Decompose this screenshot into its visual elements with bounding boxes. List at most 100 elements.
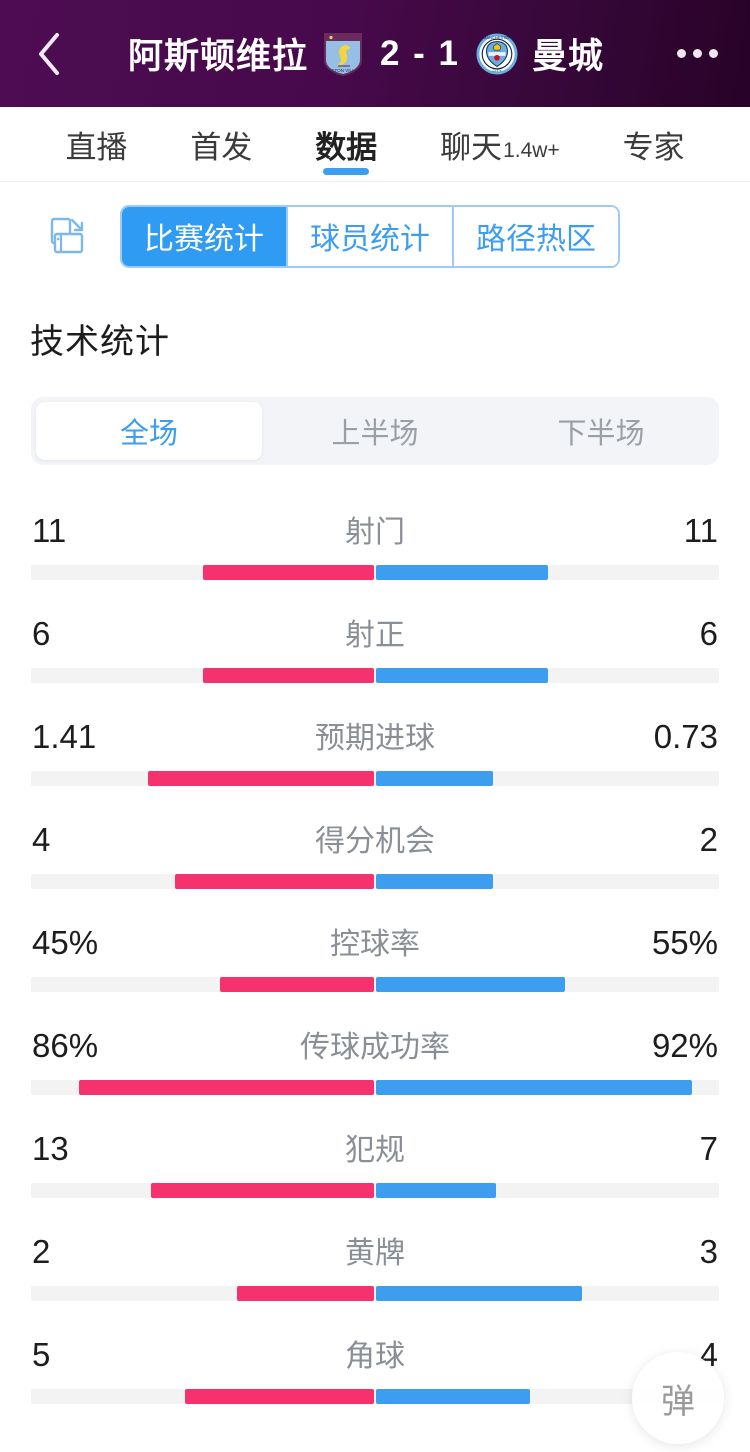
stat-row: 2 黄牌 3 [31, 1198, 719, 1301]
stat-bar-left-wrap [31, 874, 375, 889]
stat-bar-left-wrap [31, 565, 375, 580]
stat-bar-away [376, 1183, 497, 1198]
stat-row: 45% 控球率 55% [31, 889, 719, 992]
danmaku-toggle-label: 弹 [661, 1382, 695, 1421]
tab-chat-count: 1.4w+ [503, 139, 560, 162]
tab-stats-label: 数据 [315, 129, 378, 165]
chevron-left-icon [36, 32, 62, 76]
period-second-half-label: 下半场 [557, 418, 645, 450]
stat-label: 角球 [345, 1340, 405, 1373]
stat-label: 射正 [345, 619, 405, 652]
stat-home-value: 13 [32, 1130, 69, 1167]
stat-bar-home [151, 1183, 374, 1198]
tab-stats[interactable]: 数据 [284, 107, 409, 181]
tab-experts-label: 专家 [622, 129, 685, 165]
stat-row: 86% 传球成功率 92% [31, 992, 719, 1095]
more-horizontal-icon [676, 49, 686, 58]
stat-bar-away [376, 1389, 531, 1404]
stat-bar-left-wrap [31, 1286, 375, 1301]
match-score: 2 - 1 [379, 33, 461, 73]
stat-bar-left-wrap [31, 1183, 375, 1198]
stat-bar-home [175, 874, 374, 889]
home-team-name: 阿斯顿维拉 [127, 37, 308, 76]
match-title: 阿斯顿维拉 ASTON VILLA 2 - 1 MANCHESTER CITY … [62, 28, 670, 79]
stat-home-value: 1.41 [32, 718, 97, 755]
stat-bar-track [31, 1286, 719, 1301]
match-stats-screen: 阿斯顿维拉 ASTON VILLA 2 - 1 MANCHESTER CITY … [0, 0, 750, 1452]
period-first-half-label: 上半场 [331, 418, 419, 450]
stat-bar-right-wrap [375, 1080, 719, 1095]
stat-header: 6 射正 6 [31, 610, 719, 668]
stat-label: 控球率 [330, 928, 420, 961]
segment-match-stats[interactable]: 比赛统计 [122, 206, 288, 266]
stat-bar-away [376, 977, 565, 992]
stat-away-value: 92% [651, 1027, 718, 1064]
period-second-half[interactable]: 下半场 [488, 402, 714, 460]
stat-bar-right-wrap [375, 874, 719, 889]
stat-label: 犯规 [345, 1134, 405, 1167]
period-first-half[interactable]: 上半场 [262, 402, 488, 460]
stat-bar-track [31, 977, 719, 992]
manchester-city-crest: MANCHESTER CITY [476, 32, 518, 75]
rotate-screen-icon[interactable] [48, 214, 92, 258]
tab-active-indicator [323, 168, 370, 175]
stat-bar-left-wrap [31, 977, 375, 992]
stat-away-value: 7 [699, 1130, 718, 1167]
segment-row: 比赛统计 球员统计 路径热区 [0, 182, 750, 290]
stat-bar-track [31, 771, 719, 786]
stat-row: 6 射正 6 [31, 580, 719, 683]
stat-home-value: 6 [32, 615, 51, 652]
svg-text:MANCHESTER: MANCHESTER [483, 35, 511, 40]
more-options-button[interactable] [670, 32, 724, 76]
danmaku-toggle-button[interactable]: 弹 [632, 1352, 724, 1444]
tab-experts[interactable]: 专家 [591, 107, 716, 181]
segment-heatmap[interactable]: 路径热区 [454, 206, 618, 266]
stat-bar-away [376, 771, 493, 786]
stat-bar-home [236, 1286, 374, 1301]
tab-chat[interactable]: 聊天 1.4w+ [409, 107, 592, 181]
stat-header: 1.41 预期进球 0.73 [31, 713, 719, 771]
stat-bar-track [31, 668, 719, 683]
stat-header: 4 得分机会 2 [31, 816, 719, 874]
segment-player-stats[interactable]: 球员统计 [288, 206, 454, 266]
stats-segment-control: 比赛统计 球员统计 路径热区 [120, 204, 620, 268]
stat-header: 86% 传球成功率 92% [31, 1022, 719, 1080]
stat-label: 预期进球 [315, 722, 435, 755]
stat-away-value: 2 [699, 821, 718, 858]
stat-header: 13 犯规 7 [31, 1125, 719, 1183]
stat-label: 传球成功率 [300, 1031, 450, 1064]
tab-lineup[interactable]: 首发 [159, 107, 284, 181]
stat-bar-right-wrap [375, 1183, 719, 1198]
stat-bar-track [31, 565, 719, 580]
svg-text:CITY: CITY [492, 68, 501, 73]
stat-bar-home [147, 771, 374, 786]
stat-bar-home [185, 1389, 374, 1404]
stat-bar-home [202, 565, 374, 580]
stat-row: 5 角球 4 [31, 1301, 719, 1404]
tab-live[interactable]: 直播 [34, 107, 159, 181]
period-full-match[interactable]: 全场 [36, 402, 262, 460]
tab-chat-label: 聊天 [440, 129, 503, 165]
stat-bar-left-wrap [31, 771, 375, 786]
aston-villa-crest: ASTON VILLA [323, 32, 362, 76]
period-full-match-label: 全场 [119, 418, 178, 450]
stat-row: 13 犯规 7 [31, 1095, 719, 1198]
stat-bar-home [79, 1080, 374, 1095]
stat-bar-away [376, 874, 493, 889]
stat-row: 11 射门 11 [31, 477, 719, 580]
stat-bar-right-wrap [375, 1286, 719, 1301]
stat-header: 45% 控球率 55% [31, 919, 719, 977]
stat-bar-right-wrap [375, 565, 719, 580]
stat-bar-left-wrap [31, 1080, 375, 1095]
stat-bar-away [376, 1286, 582, 1301]
stat-header: 5 角球 4 [31, 1331, 719, 1389]
stat-home-value: 5 [32, 1336, 51, 1373]
stat-bar-away [376, 1080, 692, 1095]
svg-text:ASTON VILLA: ASTON VILLA [329, 68, 358, 73]
away-team-name: 曼城 [532, 37, 605, 76]
stat-header: 2 黄牌 3 [31, 1228, 719, 1286]
stat-bar-right-wrap [375, 977, 719, 992]
stat-home-value: 45% [32, 924, 99, 961]
segment-match-stats-label: 比赛统计 [144, 223, 264, 256]
stat-home-value: 86% [32, 1027, 99, 1064]
